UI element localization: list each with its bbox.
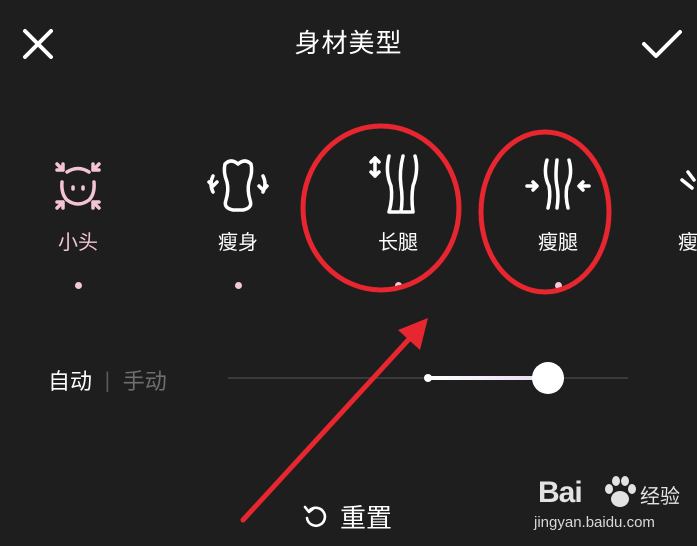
- body-shape-screen: 身材美型 小头 瘦身 长腿 瘦腿 瘦 自动 | 手动 重置 Bai 经验 jin…: [0, 0, 697, 546]
- mode-auto-tab[interactable]: 自动: [48, 364, 92, 396]
- tool-label: 小头: [58, 230, 98, 254]
- tool-long-legs[interactable]: 长腿: [338, 140, 458, 300]
- tool-indicator-dot: [555, 282, 562, 289]
- reset-icon: [303, 505, 327, 528]
- tool-indicator-dot: [395, 282, 402, 289]
- slider-fill: [428, 376, 548, 380]
- tool-slim-body[interactable]: 瘦身: [178, 140, 298, 300]
- intensity-slider[interactable]: [228, 362, 628, 394]
- mode-toggle: 自动 | 手动: [48, 364, 167, 396]
- tool-label: 瘦腿: [538, 230, 578, 254]
- baidu-watermark: Bai 经验 jingyan.baidu.com: [530, 468, 690, 538]
- tool-label: 瘦: [678, 230, 697, 254]
- long-legs-icon: [369, 154, 419, 214]
- mode-separator: |: [104, 368, 111, 392]
- slim-body-icon: [207, 159, 269, 212]
- check-icon: [642, 30, 682, 58]
- slim-legs-icon: [525, 158, 591, 210]
- top-bar: 身材美型: [0, 0, 697, 90]
- reset-label: 重置: [340, 503, 393, 534]
- confirm-button[interactable]: [636, 22, 688, 66]
- slider-origin-dot: [424, 374, 432, 382]
- annotation-arrow-head: [398, 318, 428, 350]
- reset-button[interactable]: 重置: [302, 496, 392, 536]
- paw-icon: [605, 476, 636, 507]
- tool-indicator-dot: [235, 282, 242, 289]
- tool-label: 瘦身: [218, 230, 258, 254]
- tool-label: 长腿: [378, 230, 418, 254]
- watermark-brand-suffix: 经验: [640, 484, 680, 508]
- watermark-url: jingyan.baidu.com: [534, 514, 655, 531]
- watermark-brand: Bai: [538, 476, 583, 509]
- partial-tool-icon: [680, 170, 696, 190]
- tool-slim-legs[interactable]: 瘦腿: [498, 140, 618, 300]
- slider-handle[interactable]: [532, 362, 564, 394]
- page-title: 身材美型: [294, 29, 403, 59]
- tool-small-head[interactable]: 小头: [18, 140, 138, 300]
- mode-manual-tab[interactable]: 手动: [123, 364, 167, 396]
- tool-indicator-dot: [75, 282, 82, 289]
- small-head-icon: [55, 162, 101, 210]
- tool-partial[interactable]: 瘦: [658, 140, 697, 300]
